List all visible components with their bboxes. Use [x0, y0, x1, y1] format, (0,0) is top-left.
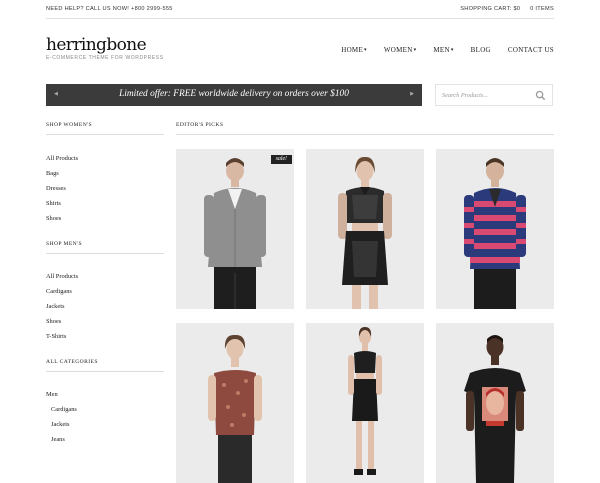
sidebar-list-women: All Products Bags Dresses Shirts Shoes [46, 151, 164, 226]
product-card[interactable] [176, 323, 294, 483]
help-phone-text: NEED HELP? CALL US NOW! +800 2999-555 [46, 6, 173, 12]
sidebar-item-men-all[interactable]: All Products [46, 269, 164, 284]
product-card[interactable]: sale! [176, 149, 294, 309]
sidebar-item-women-all[interactable]: All Products [46, 151, 164, 166]
logo-name[interactable]: herringbone [46, 36, 164, 54]
promo-text: Limited offer: FREE worldwide delivery o… [119, 89, 349, 99]
sidebar-list-all: Men Cardigans Jackets Jeans [46, 387, 164, 447]
sidebar-item-women-shirts[interactable]: Shirts [46, 196, 164, 211]
cart-summary[interactable]: SHOPPING CART: $0 0 ITEMS [452, 6, 554, 12]
cart-items-link[interactable]: 0 ITEMS [530, 6, 554, 12]
product-card[interactable] [306, 149, 424, 309]
sidebar-item-all-men[interactable]: Men [46, 387, 164, 402]
chevron-down-icon: ▾ [413, 48, 417, 53]
cart-total-link[interactable]: SHOPPING CART: $0 [460, 6, 520, 12]
nav-men-label[interactable]: MEN [433, 46, 449, 54]
sidebar: SHOP WOMEN'S All Products Bags Dresses S… [46, 122, 164, 447]
nav-blog[interactable]: BLOG [471, 46, 491, 54]
sidebar-item-women-shoes[interactable]: Shoes [46, 211, 164, 226]
chevron-down-icon: ▾ [364, 48, 367, 53]
nav-contact[interactable]: CONTACT US [508, 46, 554, 54]
sidebar-heading-women: SHOP WOMEN'S [46, 122, 164, 135]
sidebar-item-men-tshirts[interactable]: T-Shirts [46, 329, 164, 344]
sidebar-item-men-cardigans[interactable]: Cardigans [46, 284, 164, 299]
nav-home-label[interactable]: HOME [341, 46, 363, 54]
search-box [435, 84, 553, 106]
site-logo[interactable]: herringbone E-COMMERCE THEME FOR WORDPRE… [46, 36, 164, 61]
sidebar-heading-men: SHOP MEN'S [46, 241, 164, 254]
product-card[interactable] [306, 323, 424, 483]
nav-men[interactable]: MEN▾ [433, 46, 453, 54]
sidebar-item-all-jackets[interactable]: Jackets [46, 417, 164, 432]
chevron-down-icon: ▾ [450, 48, 454, 53]
nav-home[interactable]: HOME▾ [341, 46, 367, 54]
sidebar-item-men-shoes[interactable]: Shoes [46, 314, 164, 329]
sidebar-item-all-cardigans[interactable]: Cardigans [46, 402, 164, 417]
product-image-striped-cardigan[interactable] [436, 149, 554, 309]
chevron-right-icon[interactable]: ▶ [410, 91, 414, 97]
sale-badge: sale! [270, 155, 292, 164]
main-nav: HOME▾ WOMEN▾ MEN▾ BLOG CONTACT US [324, 46, 554, 54]
promo-banner: ◀ Limited offer: FREE worldwide delivery… [46, 84, 422, 106]
product-card[interactable] [436, 149, 554, 309]
search-input[interactable] [442, 89, 530, 101]
logo-tagline: E-COMMERCE THEME FOR WORDPRESS [46, 55, 164, 61]
nav-women-label[interactable]: WOMEN [384, 46, 413, 54]
sidebar-item-women-dresses[interactable]: Dresses [46, 181, 164, 196]
sidebar-item-men-jackets[interactable]: Jackets [46, 299, 164, 314]
sidebar-item-women-bags[interactable]: Bags [46, 166, 164, 181]
product-image-patterned-top[interactable] [176, 323, 294, 483]
section-heading-editors-picks: EDITOR'S PICKS [176, 122, 554, 135]
sidebar-heading-all: ALL CATEGORIES [46, 359, 164, 372]
product-image-graphic-tshirt[interactable] [436, 323, 554, 483]
top-bar: NEED HELP? CALL US NOW! +800 2999-555 SH… [46, 0, 554, 19]
product-image-black-dress[interactable] [306, 323, 424, 483]
product-card[interactable] [436, 323, 554, 483]
product-image-black-lace-top[interactable] [306, 149, 424, 309]
sidebar-list-men: All Products Cardigans Jackets Shoes T-S… [46, 269, 164, 344]
nav-women[interactable]: WOMEN▾ [384, 46, 417, 54]
product-image-grey-cardigan[interactable] [176, 149, 294, 309]
search-icon[interactable] [535, 90, 546, 101]
